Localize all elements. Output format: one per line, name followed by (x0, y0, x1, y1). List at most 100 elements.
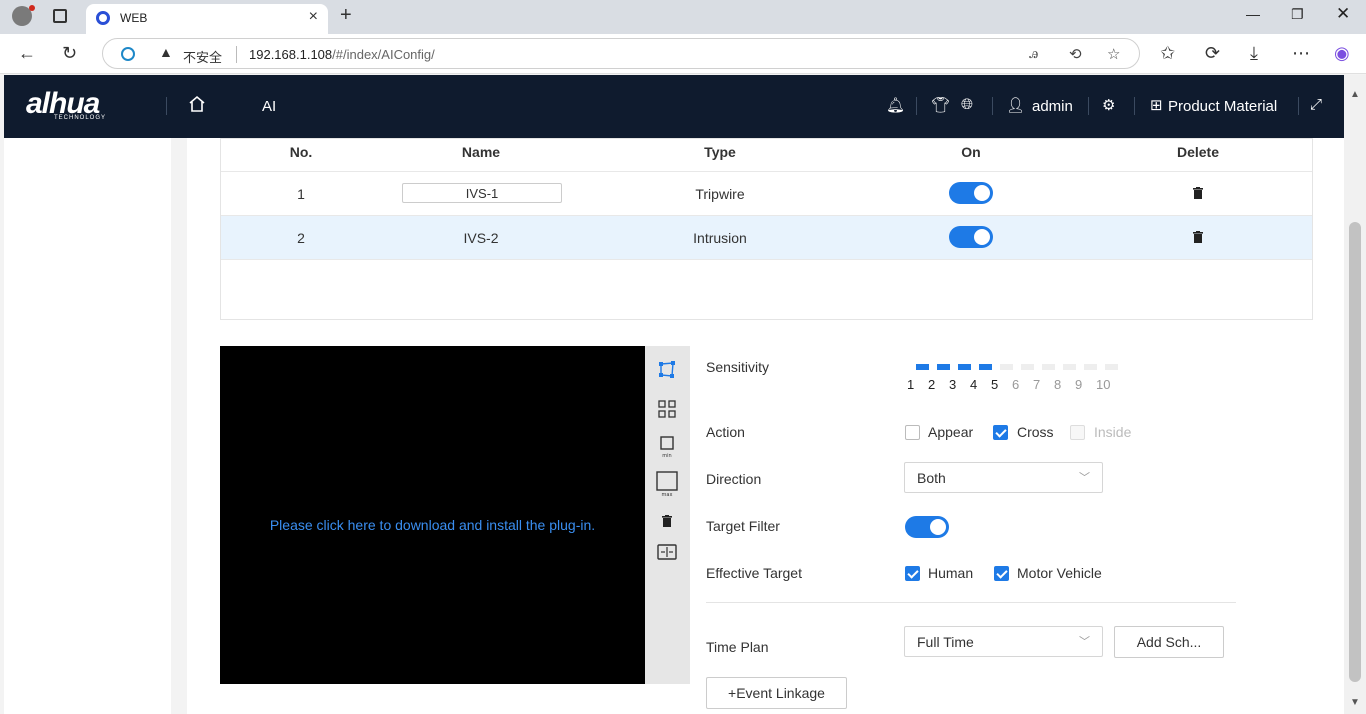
svg-text:min: min (662, 453, 671, 459)
url-text[interactable]: 192.168.1.108/#/index/AIConfig/ (249, 47, 435, 62)
cross-checkbox[interactable] (993, 425, 1008, 440)
event-linkage-button[interactable]: +Event Linkage (706, 677, 847, 709)
sensitivity-segment[interactable] (937, 364, 950, 370)
column-header-on: On (961, 144, 981, 160)
minimize-icon[interactable]: — (1246, 6, 1260, 22)
grid-apps-icon[interactable]: ⊞ (1150, 96, 1163, 114)
table-row[interactable]: 1 Tripwire (221, 171, 1312, 215)
human-checkbox[interactable] (905, 566, 920, 581)
fullscreen-icon[interactable]: ⤢ (1310, 96, 1322, 113)
user-icon[interactable]: 👤︎ (1006, 96, 1025, 114)
row-number: 2 (297, 230, 305, 246)
read-aloud-icon[interactable]: ꭿ (1029, 45, 1038, 62)
scroll-up-icon[interactable]: ▲ (1350, 89, 1360, 100)
pixel-counter-icon[interactable] (657, 542, 677, 562)
new-tab-icon[interactable]: + (340, 4, 352, 27)
target-filter-toggle[interactable] (905, 516, 949, 538)
chevron-down-icon: ﹀ (1079, 636, 1090, 648)
direction-select[interactable]: Both ﹀ (904, 462, 1103, 493)
home-icon[interactable] (188, 95, 206, 113)
chevron-down-icon: ﹀ (1079, 472, 1090, 484)
appear-checkbox[interactable] (905, 425, 920, 440)
clear-icon[interactable] (657, 512, 677, 532)
motor-vehicle-checkbox[interactable] (994, 566, 1009, 581)
sensitivity-segment[interactable] (1084, 364, 1097, 370)
motor-vehicle-label[interactable]: Motor Vehicle (1017, 565, 1102, 581)
rule-name-input[interactable] (402, 183, 562, 203)
sensitivity-tick-label: 4 (970, 377, 978, 392)
separator (992, 97, 993, 115)
sensitivity-segment[interactable] (958, 364, 971, 370)
ie-reload-icon[interactable]: ⟲ (1069, 45, 1082, 63)
appear-label[interactable]: Appear (928, 424, 973, 440)
trash-icon[interactable] (1193, 231, 1203, 243)
trash-icon[interactable] (1193, 187, 1203, 199)
download-icon[interactable]: ⤓ (1250, 43, 1258, 63)
window-close-icon[interactable]: ✕ (1336, 4, 1350, 24)
max-size-icon[interactable]: max (655, 470, 679, 498)
cross-label[interactable]: Cross (1017, 424, 1054, 440)
column-header-type: Type (704, 144, 736, 160)
sensitivity-segment[interactable] (979, 364, 992, 370)
column-header-delete: Delete (1176, 144, 1220, 160)
security-label[interactable]: 不安全 (183, 47, 222, 66)
shirt-icon[interactable]: 👕︎ (931, 96, 950, 114)
sensitivity-slider[interactable] (908, 364, 1118, 370)
sensitivity-segment[interactable] (916, 364, 929, 370)
browser-tab-web[interactable]: WEB × (86, 4, 328, 34)
history-icon[interactable]: ⟳ (1205, 43, 1220, 63)
sensitivity-tick-label: 8 (1054, 377, 1062, 392)
rule-enable-toggle[interactable] (949, 226, 993, 248)
sensitivity-tick-label: 3 (949, 377, 957, 392)
add-schedule-button[interactable]: Add Sch... (1114, 626, 1224, 658)
row-number: 1 (297, 186, 305, 202)
column-header-no: No. (289, 144, 313, 160)
nav-ai[interactable]: AI (262, 98, 276, 115)
user-name[interactable]: admin (1032, 98, 1073, 115)
min-size-icon[interactable]: min (657, 435, 677, 459)
back-icon[interactable]: ← (18, 43, 36, 63)
human-label[interactable]: Human (928, 565, 973, 581)
table-row[interactable]: 2 IVS-2 Intrusion (221, 215, 1312, 259)
sensitivity-segment[interactable] (1063, 364, 1076, 370)
reload-icon[interactable]: ↻ (62, 43, 77, 63)
draw-rule-icon[interactable] (657, 360, 677, 380)
restore-icon[interactable]: ❐ (1291, 6, 1304, 23)
plugin-download-link[interactable]: Please click here to download and instal… (220, 517, 645, 533)
action-label: Action (706, 424, 745, 440)
rule-enable-toggle[interactable] (949, 182, 993, 204)
gear-icon[interactable]: ⚙ (1102, 96, 1115, 114)
sensitivity-tick-label: 5 (991, 377, 999, 392)
video-preview[interactable]: Please click here to download and instal… (220, 346, 645, 684)
sensitivity-segment[interactable] (1021, 364, 1034, 370)
sensitivity-segment[interactable] (1000, 364, 1013, 370)
favorites-icon[interactable]: ✩ (1160, 43, 1175, 63)
address-bar[interactable]: ▲ 不安全 192.168.1.108/#/index/AIConfig/ ꭿ … (102, 38, 1140, 69)
sensitivity-segment[interactable] (1105, 364, 1118, 370)
product-material-link[interactable]: Product Material (1168, 98, 1277, 115)
sensitivity-segment[interactable] (1042, 364, 1055, 370)
more-icon[interactable]: ⋯ (1292, 43, 1310, 63)
time-plan-select[interactable]: Full Time ﹀ (904, 626, 1103, 657)
globe-icon[interactable]: 🌐︎ (961, 96, 973, 113)
separator (916, 97, 917, 115)
scroll-down-icon[interactable]: ▼ (1350, 697, 1360, 708)
separator (1298, 97, 1299, 115)
sensitivity-label: Sensitivity (706, 359, 770, 375)
warning-icon[interactable]: ▲ (159, 44, 173, 60)
copilot-icon[interactable]: ◉ (1334, 43, 1350, 63)
page-scrollbar[interactable]: ▲ ▼ (1344, 75, 1366, 714)
inside-label: Inside (1094, 424, 1132, 440)
direction-label: Direction (706, 471, 762, 487)
url-host: 192.168.1.108 (249, 47, 333, 62)
drawing-toolbar: min max (645, 346, 690, 684)
close-icon[interactable]: × (309, 8, 318, 26)
sensitivity-tick-label: 7 (1033, 377, 1041, 392)
ie-mode-icon[interactable] (121, 47, 135, 61)
time-plan-value: Full Time (917, 634, 974, 650)
grid-icon[interactable] (657, 399, 677, 419)
bell-icon[interactable]: 🔔︎ (886, 96, 905, 114)
scroll-thumb[interactable] (1349, 222, 1361, 682)
tab-actions-icon[interactable] (53, 9, 67, 23)
favorite-star-icon[interactable]: ☆ (1107, 45, 1120, 63)
